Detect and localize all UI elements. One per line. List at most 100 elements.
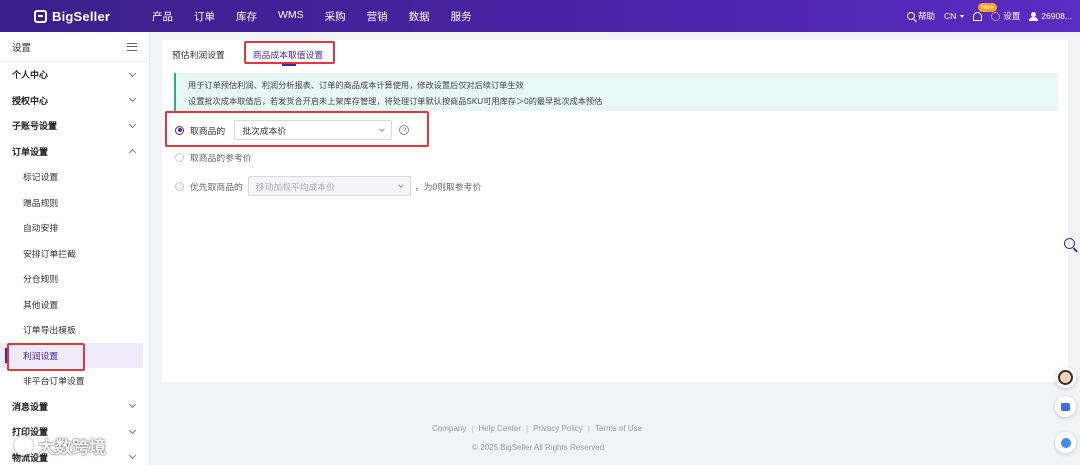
info-notice: 用于订单预估利润、利润分析报表、订单的商品成本计算使用，修改设置后仅对后续订单生… (174, 73, 1058, 111)
sidebar-title: 设置 (12, 42, 32, 54)
sidebar-item-other-settings[interactable]: 其他设置 (0, 292, 149, 318)
sidebar-group-authorization[interactable]: 授权中心 (0, 88, 149, 114)
main-nav: 产品 订单 库存 WMS 采购 营销 数据 服务 (152, 9, 493, 24)
option-reference-price: 取商品的参考价 (175, 151, 252, 164)
radio-priority-cost[interactable] (175, 181, 184, 191)
chevron-down-icon (397, 182, 404, 188)
option-label: 优先取商品的 (190, 181, 243, 192)
priority-cost-select[interactable]: 移动加权平均成本价 (247, 176, 411, 196)
sidebar-item-auto-arrange[interactable]: 自动安排 (0, 215, 149, 241)
settings-sidebar: 设置 个人中心 授权中心 子账号设置 订单设置 标记设置 赠品规则 自动安排 安… (0, 32, 150, 465)
sidebar-header: 设置 (0, 32, 149, 62)
footer-separator: | (587, 424, 590, 433)
help-link[interactable]: 帮助 (906, 10, 935, 22)
sidebar-group-personal[interactable]: 个人中心 (0, 62, 149, 88)
settings-link[interactable]: 设置 (991, 10, 1020, 22)
user-name: 26908... (1041, 11, 1072, 21)
chevron-down-icon (128, 452, 137, 460)
footer-link-help-center[interactable]: Help Center (478, 424, 521, 433)
radio-reference-price[interactable] (175, 153, 184, 162)
top-right-tools: 帮助 CN New 设置 26908... (898, 0, 1072, 32)
support-avatar-button[interactable] (1055, 367, 1076, 388)
sidebar-item-gift-rules[interactable]: 赠品规则 (0, 190, 149, 216)
nav-item-purchase[interactable]: 采购 (325, 9, 346, 24)
tab-cost-value[interactable]: 商品成本取值设置 (253, 48, 323, 66)
collapse-menu-icon[interactable] (127, 42, 137, 51)
nav-item-services[interactable]: 服务 (451, 9, 472, 24)
footer-link-privacy[interactable]: Privacy Policy (533, 424, 583, 433)
settings-label: 设置 (1003, 11, 1021, 21)
cost-type-select[interactable]: 批次成本价 (234, 120, 393, 140)
option-suffix: ，为0则取参考价 (414, 181, 482, 192)
search-icon[interactable] (1064, 238, 1075, 249)
nav-item-product[interactable]: 产品 (152, 9, 173, 24)
chevron-down-icon (128, 426, 137, 434)
sidebar-group-label: 子账号设置 (12, 121, 58, 132)
nav-item-data[interactable]: 数据 (409, 9, 430, 24)
brand-logo[interactable]: BigSeller (34, 9, 144, 24)
watermark: 大数跨境 (14, 433, 106, 458)
nav-item-marketing[interactable]: 营销 (367, 9, 388, 24)
footer-link-company[interactable]: Company (432, 424, 466, 433)
nav-item-orders[interactable]: 订单 (194, 9, 215, 24)
nav-item-wms[interactable]: WMS (278, 9, 304, 24)
footer-link-terms[interactable]: Terms of Use (595, 424, 642, 433)
sidebar-group-label: 授权中心 (12, 95, 49, 106)
select-value: 移动加权平均成本价 (255, 181, 335, 192)
copyright: © 2025 BigSeller All Rights Reserved (472, 443, 605, 452)
sidebar-group-subaccount[interactable]: 子账号设置 (0, 113, 149, 139)
bell-icon (973, 11, 983, 21)
option-label: 取商品的参考价 (190, 153, 252, 163)
footer-links: Company | Help Center | Privacy Policy |… (432, 424, 642, 433)
robot-icon (1060, 437, 1071, 448)
user-menu[interactable]: 26908... (1029, 11, 1072, 21)
settings-tabs: 预估利润设置 商品成本取值设置 (172, 48, 351, 66)
radio-batch-cost[interactable] (175, 125, 184, 135)
chat-button[interactable] (1055, 396, 1076, 417)
option-priority-cost: 优先取商品的 移动加权平均成本价 ，为0则取参考价 (175, 176, 481, 196)
sidebar-item-export-template[interactable]: 订单导出模板 (0, 317, 149, 343)
help-icon[interactable]: ? (399, 125, 410, 135)
help-label: 帮助 (917, 11, 935, 21)
language-label: CN (943, 11, 957, 21)
language-switch[interactable]: CN (943, 11, 965, 21)
bigseller-logo-icon (34, 9, 47, 23)
main-panel: 预估利润设置 商品成本取值设置 用于订单预估利润、利润分析报表、订单的商品成本计… (162, 40, 1068, 382)
sidebar-item-mark-settings[interactable]: 标记设置 (0, 164, 149, 190)
watermark-logo-icon (14, 436, 33, 455)
sidebar-item-warehouse-rules[interactable]: 分仓规则 (0, 266, 149, 292)
gear-icon (991, 11, 1001, 21)
notice-line-1: 用于订单预估利润、利润分析报表、订单的商品成本计算使用，修改设置后仅对后续订单生… (188, 81, 524, 90)
sidebar-group-label: 消息设置 (12, 401, 49, 412)
select-value: 批次成本价 (242, 125, 287, 136)
sidebar-item-order-intercept[interactable]: 安排订单拦截 (0, 241, 149, 267)
chevron-down-icon (379, 126, 386, 132)
notice-line-2: 设置批次成本取值后，若发货合开启未上架库存管理，待处理订单默认按商品SKU可用库… (188, 97, 603, 106)
chevron-down-icon (128, 120, 137, 128)
user-icon (1029, 11, 1039, 21)
sidebar-menu: 个人中心 授权中心 子账号设置 订单设置 标记设置 赠品规则 自动安排 安排订单… (0, 62, 149, 465)
sidebar-group-messages[interactable]: 消息设置 (0, 394, 149, 420)
search-icon (906, 12, 915, 20)
notification-button[interactable]: New (973, 2, 998, 21)
sidebar-item-profit-settings[interactable]: 利润设置 (0, 342, 143, 368)
sidebar-item-non-platform-orders[interactable]: 非平台订单设置 (0, 368, 149, 394)
footer-separator: | (526, 424, 529, 433)
assistant-button[interactable] (1055, 432, 1076, 453)
sidebar-group-order-settings[interactable]: 订单设置 (0, 139, 149, 165)
sidebar-group-label: 个人中心 (12, 70, 49, 81)
chevron-down-icon (960, 14, 965, 18)
avatar (1058, 370, 1073, 385)
chat-icon (1061, 402, 1070, 411)
brand-name: BigSeller (52, 8, 111, 24)
top-navigation-bar: BigSeller 产品 订单 库存 WMS 采购 营销 数据 服务 帮助 CN… (0, 0, 1080, 32)
footer-separator: | (471, 424, 474, 433)
chevron-down-icon (128, 401, 137, 409)
option-batch-cost: 取商品的 批次成本价 ? (175, 120, 410, 140)
tab-estimated-profit[interactable]: 预估利润设置 (172, 48, 225, 61)
sidebar-group-label: 订单设置 (12, 146, 49, 157)
watermark-text: 大数跨境 (38, 438, 106, 457)
option-label: 取商品的 (190, 125, 226, 136)
chevron-down-icon (128, 95, 137, 103)
nav-item-inventory[interactable]: 库存 (236, 9, 257, 24)
